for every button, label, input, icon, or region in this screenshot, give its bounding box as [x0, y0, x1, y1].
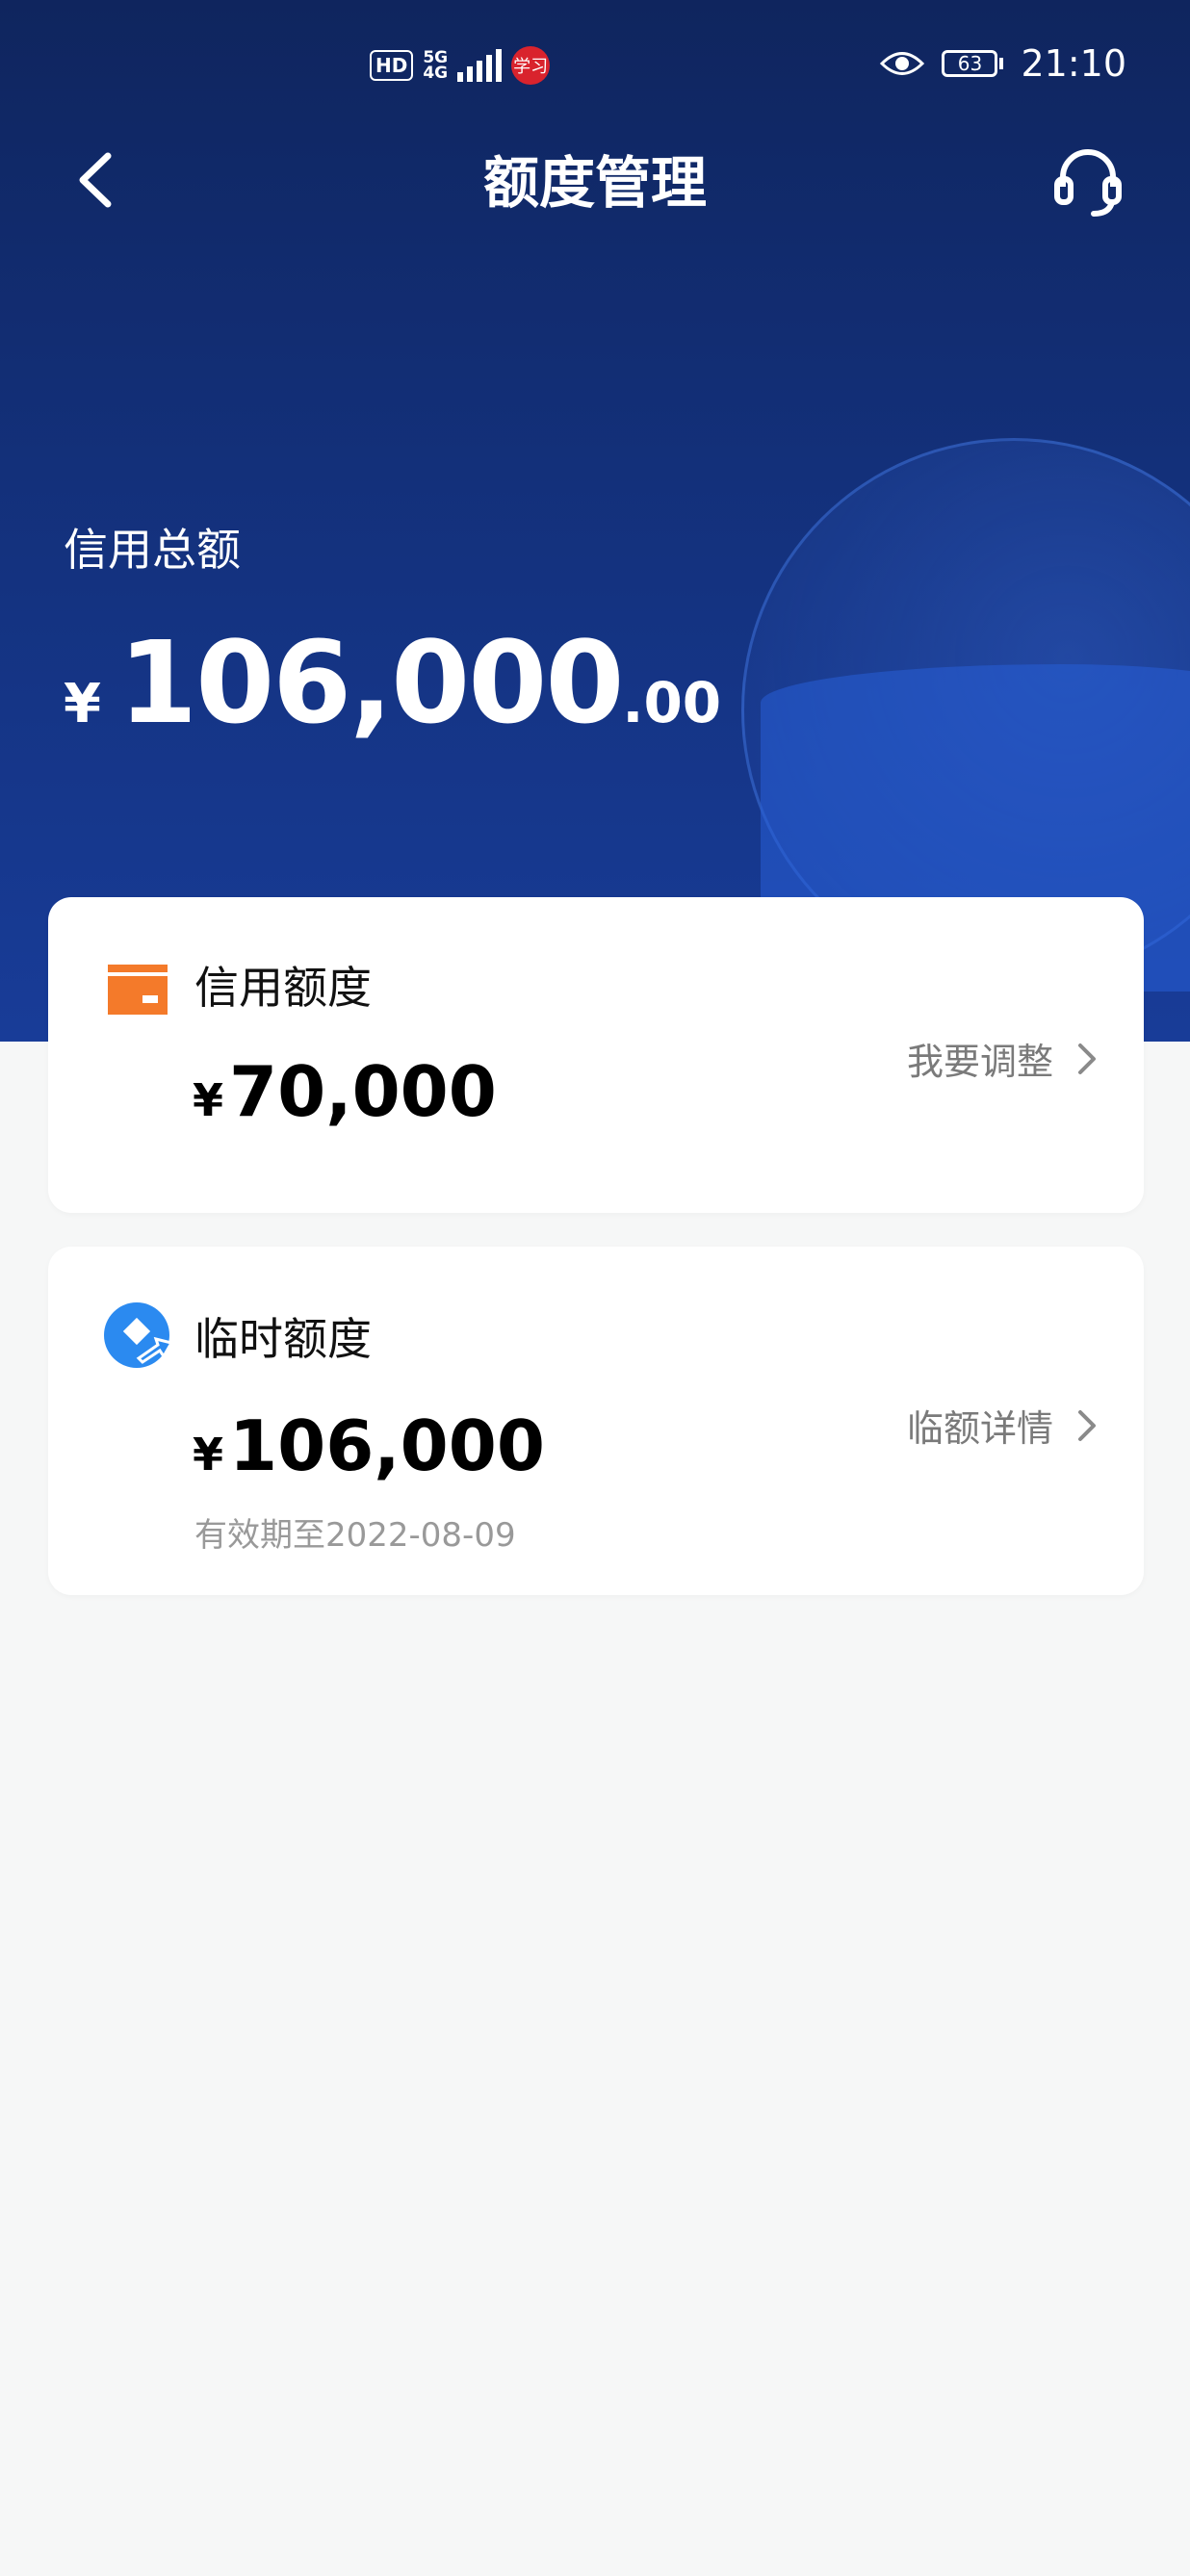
temporary-limit-icon	[104, 1302, 174, 1368]
currency-symbol: ¥	[193, 1429, 224, 1481]
total-amount-integer: 106,000	[117, 616, 624, 749]
temporary-limit-card[interactable]: 临时额度 ¥ 106,000 有效期至2022-08-09 临额详情	[48, 1247, 1144, 1595]
temporary-limit-details-link[interactable]: 临额详情	[907, 1399, 1098, 1452]
credit-limit-value: 70,000	[229, 1051, 497, 1132]
credit-limit-title: 信用额度	[194, 962, 372, 1014]
chevron-right-icon	[1078, 1043, 1096, 1074]
eye-icon	[880, 52, 925, 75]
currency-symbol: ¥	[64, 673, 101, 735]
adjust-limit-link[interactable]: 我要调整	[907, 1032, 1098, 1085]
credit-limit-card[interactable]: 信用额度 ¥ 70,000 我要调整	[48, 897, 1144, 1213]
customer-service-icon[interactable]	[1049, 142, 1126, 219]
total-credit-amount: ¥ 106,000 .00	[64, 616, 721, 749]
app-notification-icon: 学习	[511, 46, 551, 85]
currency-symbol: ¥	[193, 1074, 224, 1126]
status-bar: HD 5G 4G 学习 63 21:10	[0, 0, 1190, 135]
temporary-limit-amount: ¥ 106,000	[193, 1405, 545, 1486]
clock: 21:10	[1021, 42, 1126, 85]
credit-limit-amount: ¥ 70,000	[193, 1051, 497, 1132]
adjust-limit-label: 我要调整	[906, 1041, 1053, 1083]
page-title: 额度管理	[482, 150, 707, 216]
chevron-right-icon	[1078, 1409, 1096, 1441]
temporary-limit-title: 临时额度	[194, 1313, 372, 1365]
hd-icon: HD	[370, 50, 414, 81]
network-type-secondary: 4G	[423, 64, 449, 83]
signal-icon	[457, 49, 503, 82]
total-amount-decimal: .00	[622, 670, 722, 735]
validity-date: 有效期至2022-08-09	[194, 1516, 516, 1555]
total-credit-label: 信用总额	[64, 524, 241, 576]
details-label: 临额详情	[906, 1407, 1053, 1450]
battery-icon: 63	[942, 50, 998, 77]
credit-card-icon	[108, 965, 168, 1015]
temporary-limit-value: 106,000	[229, 1405, 545, 1486]
navigation-bar: 额度管理	[0, 135, 1190, 231]
